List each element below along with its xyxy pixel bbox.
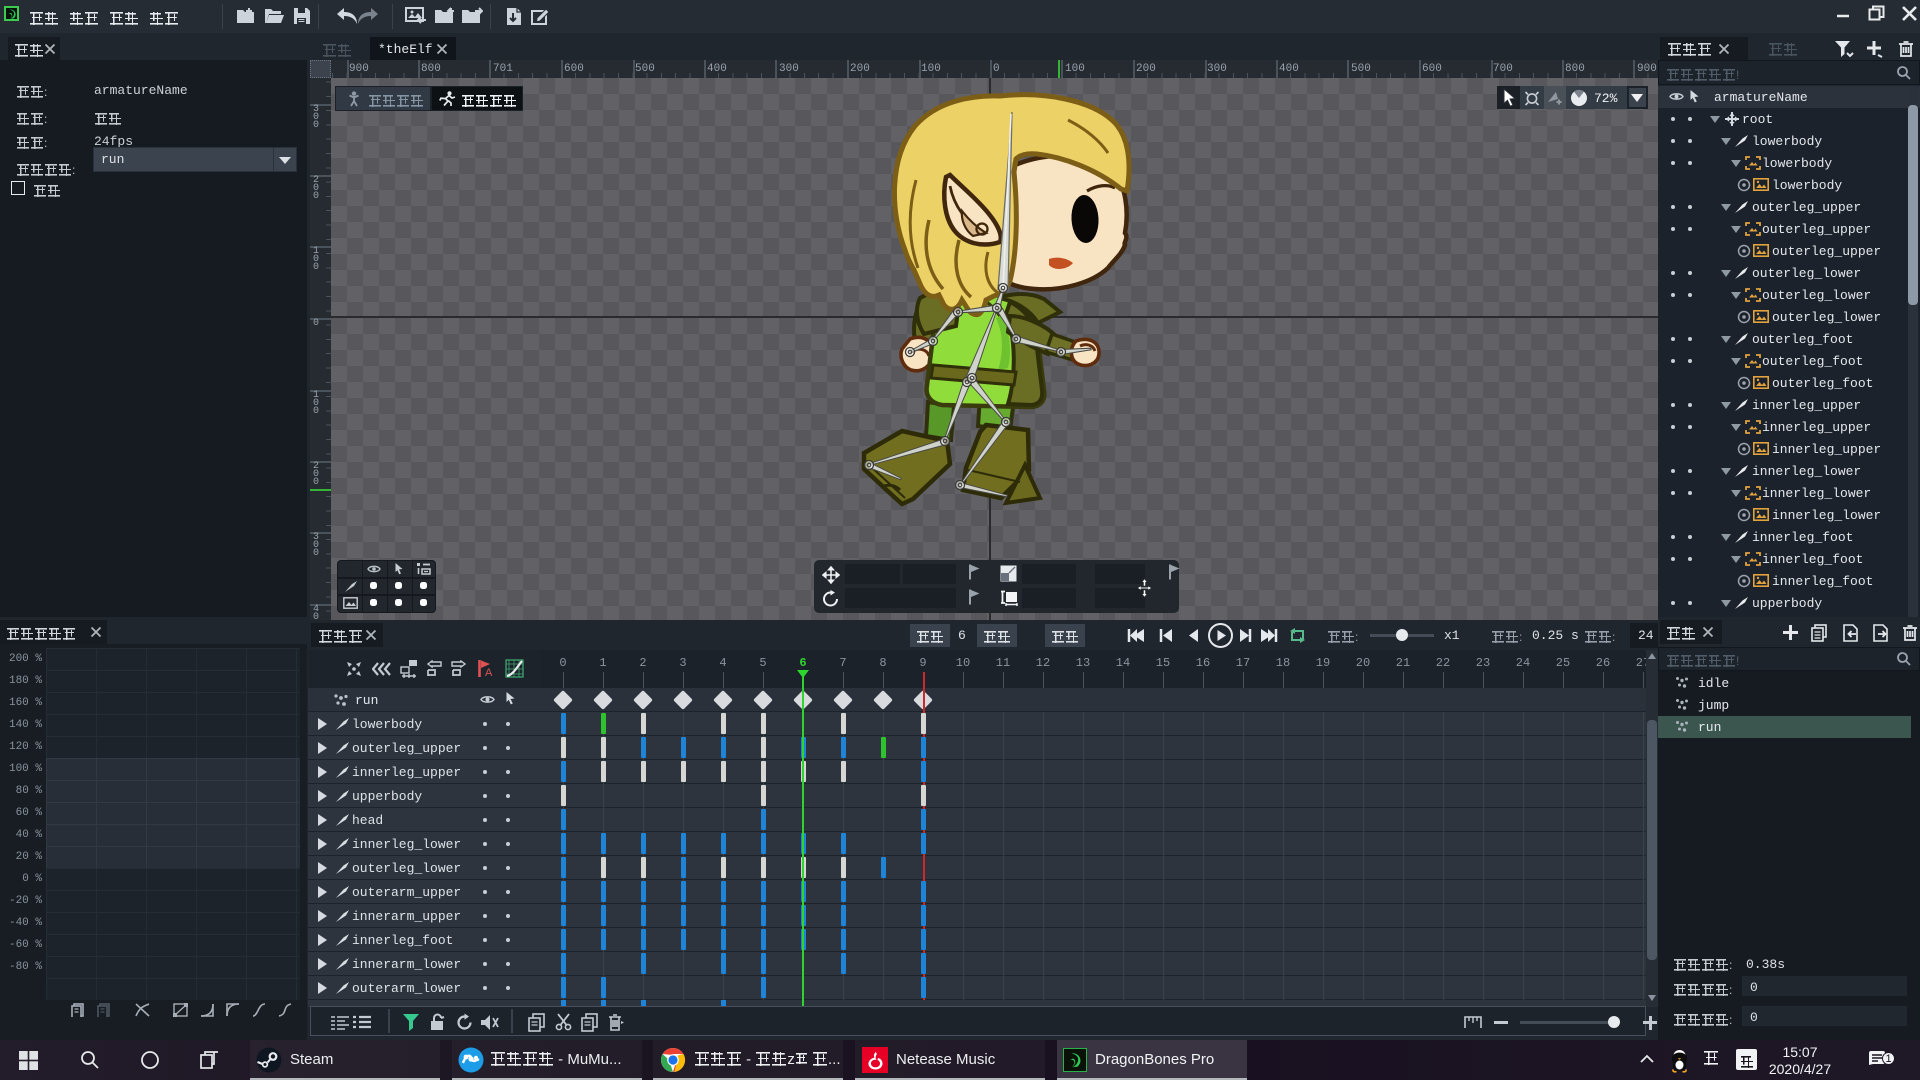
- svg-text:A: A: [485, 667, 493, 678]
